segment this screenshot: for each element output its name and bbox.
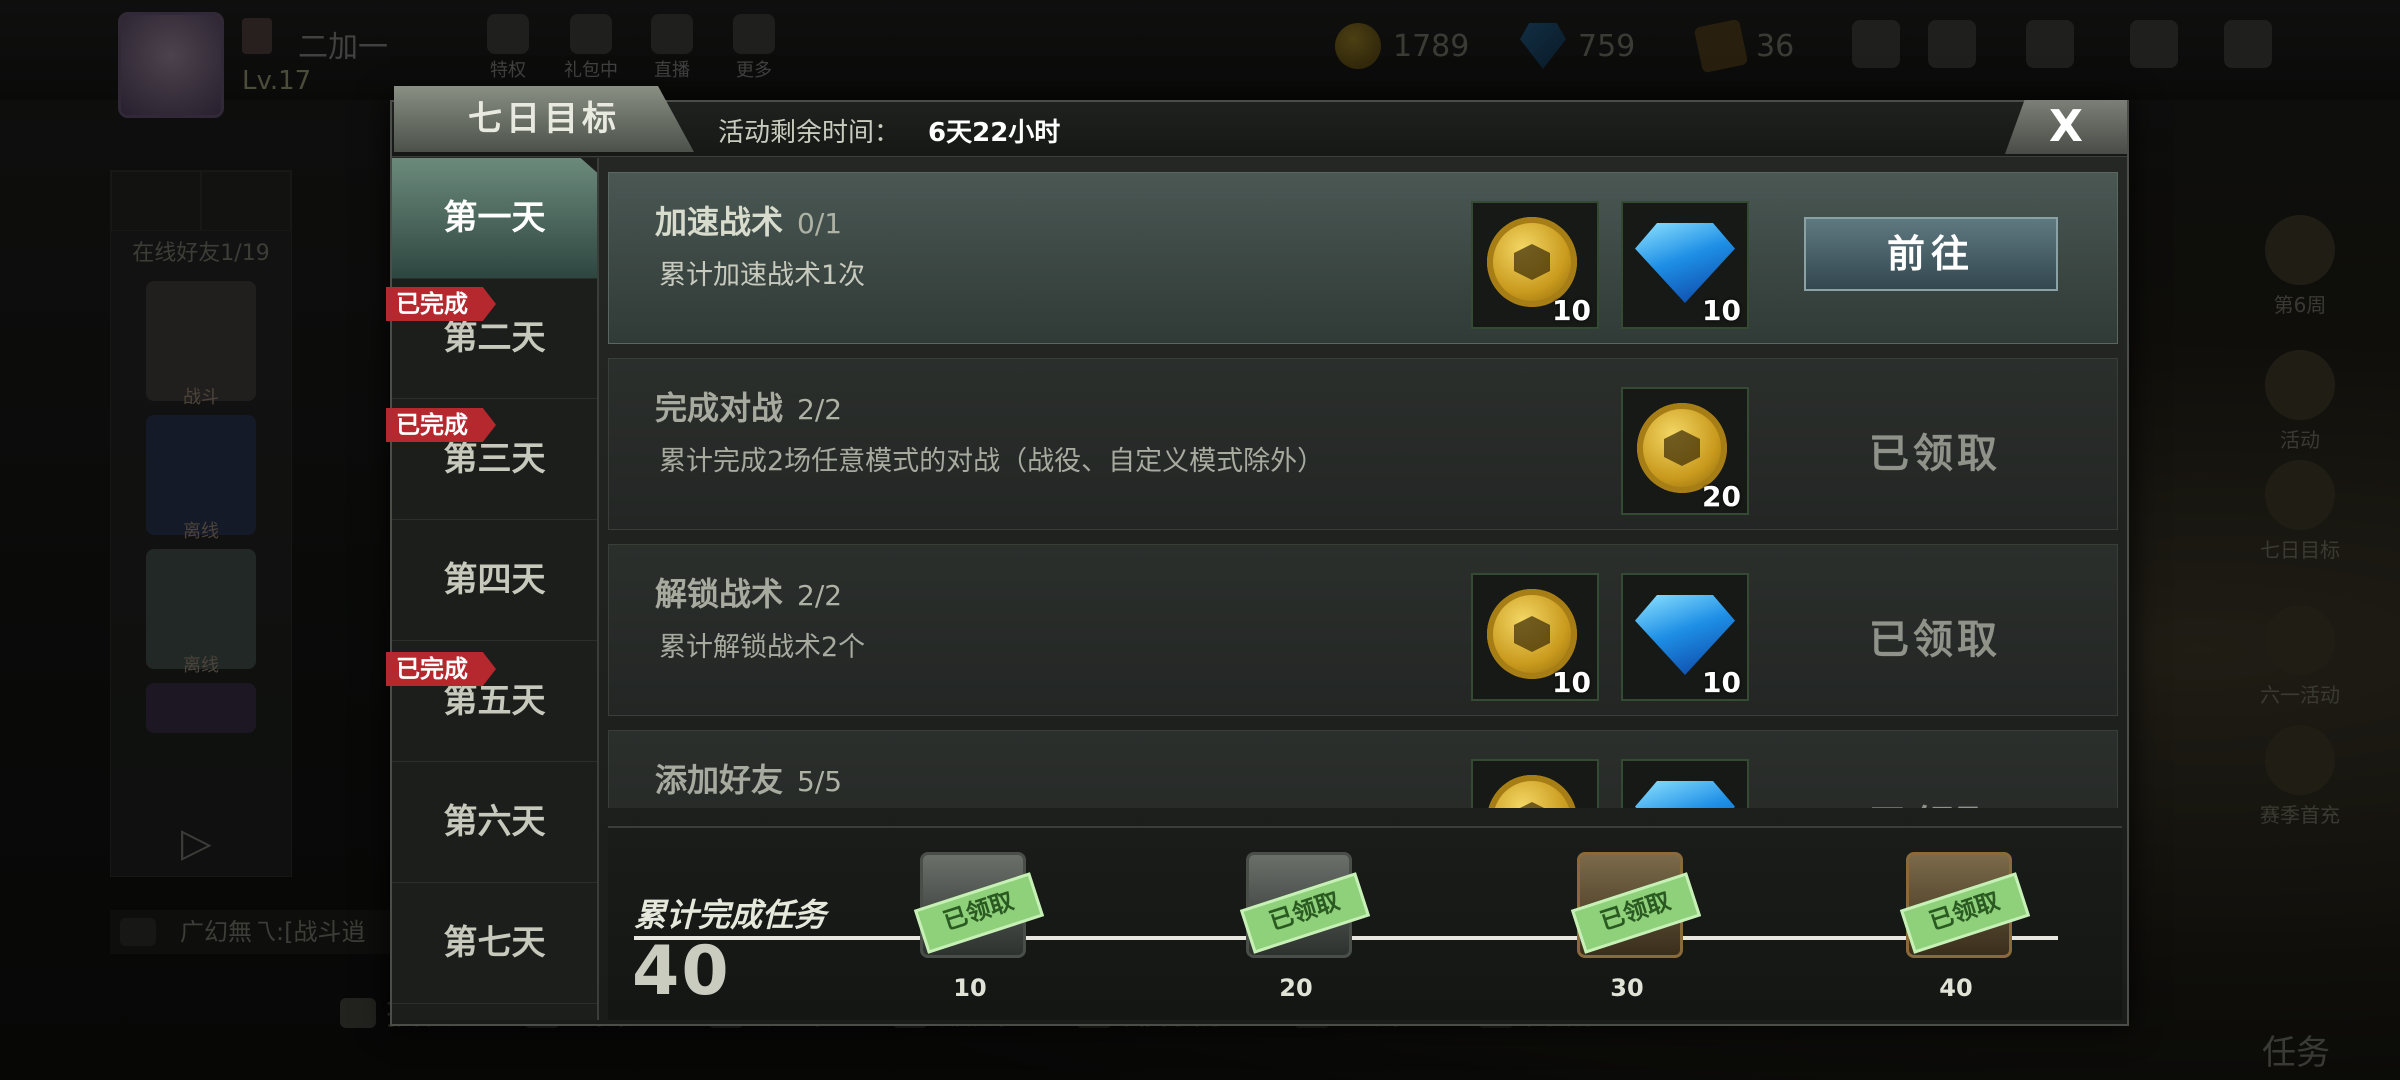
reward-qty: 10 <box>1702 294 1741 327</box>
day-label: 第六天 <box>443 802 546 842</box>
task-progress: 5/5 <box>797 765 843 798</box>
task-title: 添加好友 5/5 <box>655 761 843 799</box>
reward-diamond[interactable]: 10 <box>1621 201 1749 329</box>
cumulative-label: 累计完成任务 <box>634 896 827 934</box>
task-row: 完成对战 2/2 累计完成2场任意模式的对战（战役、自定义模式除外） 20 已领取 <box>608 358 2118 530</box>
remaining-time-label: 活动剩余时间： <box>718 118 901 148</box>
cumulative-count: 40 <box>632 932 731 1011</box>
reward-coin[interactable] <box>1471 759 1599 808</box>
task-title: 解锁战术 2/2 <box>655 575 843 613</box>
cumulative-progress <box>608 826 2122 1020</box>
diamond-icon <box>1635 595 1735 675</box>
claimed-label: 已领取 <box>1869 617 2001 663</box>
completed-badge: 已完成 <box>386 287 496 321</box>
tab-day-4[interactable]: 第四天 <box>392 520 597 641</box>
day-label: 第二天 <box>443 318 546 358</box>
reward-coin[interactable]: 20 <box>1621 387 1749 515</box>
task-title: 加速战术 0/1 <box>655 203 843 241</box>
task-list[interactable]: 加速战术 0/1 累计加速战术1次 10 10 前往 完成对战 2/2 累计完成2场… <box>608 168 2120 808</box>
milestone-chest[interactable]: 已领取 40 <box>1896 832 2031 1002</box>
reward-qty: 20 <box>1702 480 1741 513</box>
claimed-label: 已领取 <box>1869 431 2001 477</box>
task-description: 累计完成2场任意模式的对战（战役、自定义模式除外） <box>659 446 1325 477</box>
day-label: 第四天 <box>443 560 546 600</box>
close-button[interactable]: X <box>2005 100 2127 154</box>
reward-coin[interactable]: 10 <box>1471 573 1599 701</box>
reward-diamond[interactable] <box>1621 759 1749 808</box>
reward-qty: 10 <box>1702 666 1741 699</box>
milestone-value: 20 <box>1279 974 1313 1002</box>
task-row: 加速战术 0/1 累计加速战术1次 10 10 前往 <box>608 172 2118 344</box>
go-button[interactable]: 前往 <box>1804 217 2058 291</box>
diamond-icon <box>1635 223 1735 303</box>
reward-qty: 10 <box>1552 666 1591 699</box>
task-progress: 2/2 <box>797 393 843 426</box>
milestone-chest[interactable]: 已领取 10 <box>910 832 1045 1002</box>
tab-day-6[interactable]: 第六天 <box>392 762 597 883</box>
task-description: 累计加速战术1次 <box>659 260 866 291</box>
reward-qty: 10 <box>1552 294 1591 327</box>
diamond-icon <box>1635 781 1735 808</box>
task-title: 完成对战 2/2 <box>655 389 843 427</box>
milestone-value: 30 <box>1610 974 1644 1002</box>
task-row: 添加好友5/5 已领取 <box>608 730 2118 808</box>
milestone-value: 40 <box>1939 974 1973 1002</box>
milestone-value: 10 <box>953 974 987 1002</box>
milestone-chest[interactable]: 已领取 30 <box>1567 832 1702 1002</box>
completed-badge: 已完成 <box>386 652 496 686</box>
claimed-label: 已领取 <box>1869 793 2001 808</box>
completed-badge: 已完成 <box>386 408 496 442</box>
task-progress: 0/1 <box>797 207 843 240</box>
coin-icon <box>1487 775 1577 808</box>
milestone-chest[interactable]: 已领取 20 <box>1236 832 1371 1002</box>
day-label: 第七天 <box>443 923 546 963</box>
panel-title: 七日目标 <box>394 86 694 152</box>
day-label: 第一天 <box>443 198 546 238</box>
reward-diamond[interactable]: 10 <box>1621 573 1749 701</box>
close-icon: X <box>2049 101 2083 152</box>
day-label: 第五天 <box>443 681 546 721</box>
task-description: 累计解锁战术2个 <box>659 632 866 663</box>
task-progress: 2/2 <box>797 579 843 612</box>
tab-day-7[interactable]: 第七天 <box>392 883 597 1004</box>
remaining-time: 活动剩余时间： 6天22小时 <box>718 112 1060 149</box>
task-row: 解锁战术 2/2 累计解锁战术2个 10 10 已领取 <box>608 544 2118 716</box>
tab-day-1[interactable]: 第一天 <box>392 158 597 279</box>
reward-coin[interactable]: 10 <box>1471 201 1599 329</box>
remaining-time-value: 6天22小时 <box>928 118 1061 148</box>
day-label: 第三天 <box>443 439 546 479</box>
